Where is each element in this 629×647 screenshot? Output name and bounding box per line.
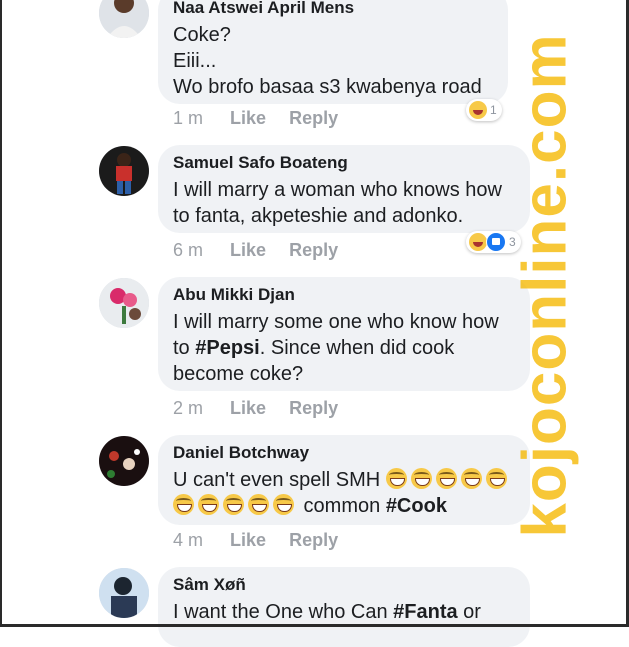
- haha-reaction-icon: [469, 101, 487, 119]
- like-button[interactable]: Like: [230, 398, 266, 418]
- comment-actions: 2 m Like Reply: [173, 398, 356, 419]
- frame-left-border: [0, 0, 2, 627]
- hashtag-link[interactable]: #Fanta: [393, 601, 457, 623]
- avatar[interactable]: [99, 278, 149, 328]
- avatar[interactable]: [99, 568, 149, 618]
- comment-bubble: Naa Atswei April Mens Coke? Eiii... Wo b…: [158, 0, 508, 104]
- comment-timestamp: 6 m: [173, 240, 204, 260]
- grinning-squinting-face-icon: [435, 468, 457, 489]
- comment-text: I will marry a woman who knows how to fa…: [173, 179, 502, 227]
- reply-button[interactable]: Reply: [289, 398, 338, 418]
- comment-text-part: or: [457, 601, 481, 623]
- comment-actions: 1 m Like Reply: [173, 108, 356, 129]
- grinning-squinting-face-icon: [273, 494, 294, 515]
- comment-timestamp: 2 m: [173, 398, 204, 418]
- reply-button[interactable]: Reply: [289, 240, 338, 260]
- like-button[interactable]: Like: [230, 240, 266, 260]
- avatar[interactable]: [99, 146, 149, 196]
- avatar[interactable]: [99, 0, 149, 38]
- grinning-squinting-face-icon: [410, 468, 432, 489]
- comment-bubble: Sâm Xøñ I want the One who Can #Fanta or: [158, 567, 530, 647]
- comment-actions: 4 m Like Reply: [173, 530, 356, 551]
- comment-text: U can't even spell SMH common #Cook: [173, 467, 514, 519]
- comment-author[interactable]: Abu Mikki Djan: [173, 285, 514, 305]
- hashtag-link[interactable]: #Cook: [386, 495, 447, 517]
- like-button[interactable]: Like: [230, 108, 266, 128]
- avatar[interactable]: [99, 436, 149, 486]
- like-button[interactable]: Like: [230, 530, 266, 550]
- watermark: kojoconline.com: [495, 33, 595, 537]
- comment-timestamp: 4 m: [173, 530, 204, 550]
- comment-timestamp: 1 m: [173, 108, 204, 128]
- grinning-squinting-face-icon: [173, 494, 194, 515]
- comment-bubble: Daniel Botchway U can't even spell SMH c…: [158, 435, 530, 525]
- grinning-squinting-face-icon: [248, 494, 269, 515]
- grinning-squinting-face-icon: [223, 494, 244, 515]
- grinning-squinting-face-icon: [198, 494, 219, 515]
- haha-reaction-icon: [469, 233, 487, 251]
- comment-text: I want the One who Can #Fanta or: [173, 599, 514, 625]
- grinning-squinting-face-icon: [460, 468, 482, 489]
- comment-author[interactable]: Naa Atswei April Mens: [173, 0, 492, 18]
- comment-author[interactable]: Samuel Safo Boateng: [173, 153, 514, 173]
- comment-actions: 6 m Like Reply: [173, 240, 356, 261]
- comment-text: I will marry some one who know how to #P…: [173, 309, 514, 387]
- comment-bubble: Abu Mikki Djan I will marry some one who…: [158, 277, 530, 391]
- grinning-squinting-face-icon: [385, 468, 407, 489]
- comment-text-part: I want the One who Can: [173, 601, 394, 623]
- hashtag-link[interactable]: #Pepsi: [195, 337, 259, 359]
- watermark-text: kojoconline.com: [510, 32, 580, 538]
- comment-text-part: common: [298, 495, 386, 517]
- reply-button[interactable]: Reply: [289, 108, 338, 128]
- comment-author[interactable]: Daniel Botchway: [173, 443, 514, 463]
- reply-button[interactable]: Reply: [289, 530, 338, 550]
- comment-text: Coke? Eiii... Wo brofo basaa s3 kwabenya…: [173, 24, 482, 98]
- comment-text-part: U can't even spell SMH: [173, 469, 386, 491]
- comment-bubble: Samuel Safo Boateng I will marry a woman…: [158, 145, 530, 233]
- comment-author[interactable]: Sâm Xøñ: [173, 575, 514, 595]
